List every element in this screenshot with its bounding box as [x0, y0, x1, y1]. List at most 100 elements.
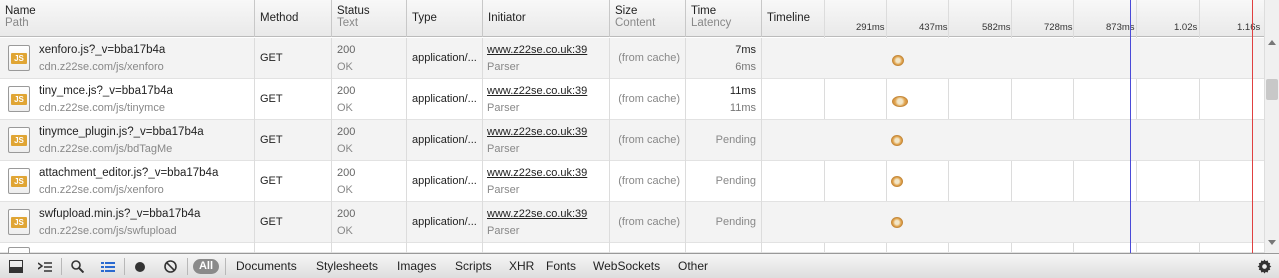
filter-images[interactable]: Images — [397, 259, 436, 273]
timeline-bar[interactable] — [891, 135, 903, 146]
filter-all[interactable]: All — [193, 259, 219, 274]
request-name: xenforo.js?_v=bba17b4a — [39, 44, 166, 56]
record-icon — [135, 261, 145, 272]
size-cell: (from cache) — [610, 202, 686, 243]
record-button[interactable] — [128, 257, 152, 276]
type-cell — [407, 243, 483, 253]
list-view-icon — [101, 261, 115, 272]
column-size-title: Size — [615, 5, 638, 17]
settings-button[interactable] — [1252, 257, 1276, 276]
column-text-subtitle: Text — [337, 17, 359, 29]
initiator-type: Parser — [487, 102, 520, 114]
status-code: 200 — [337, 126, 356, 138]
request-method: GET — [260, 134, 283, 146]
request-row-partial[interactable] — [0, 243, 1264, 253]
column-type-title: Type — [412, 12, 437, 24]
column-path-subtitle: Path — [5, 17, 29, 29]
column-name-header[interactable]: Name Path — [0, 0, 255, 37]
clear-button[interactable] — [158, 257, 182, 276]
vertical-scrollbar[interactable] — [1264, 0, 1279, 253]
request-row[interactable]: JS attachment_editor.js?_v=bba17b4a cdn.… — [0, 161, 1264, 202]
request-row[interactable]: JS tiny_mce.js?_v=bba17b4a cdn.z22se.com… — [0, 79, 1264, 120]
initiator-link[interactable]: www.z22se.co.uk:39 — [487, 167, 587, 179]
request-path: cdn.z22se.com/js/tinymce — [39, 102, 165, 114]
column-initiator-header[interactable]: Initiator — [483, 0, 610, 37]
request-size: (from cache) — [618, 134, 680, 146]
initiator-link[interactable]: www.z22se.co.uk:39 — [487, 126, 587, 138]
request-latency: 6ms — [735, 61, 756, 73]
size-cell: (from cache) — [610, 120, 686, 161]
size-cell — [610, 243, 686, 253]
scroll-thumb[interactable] — [1266, 79, 1278, 100]
request-path: cdn.z22se.com/js/bdTagMe — [39, 143, 173, 155]
timeline-bar[interactable] — [892, 55, 904, 66]
status-text: OK — [337, 184, 353, 196]
name-cell: JS attachment_editor.js?_v=bba17b4a cdn.… — [0, 161, 255, 202]
request-size: (from cache) — [618, 216, 680, 228]
filter-other[interactable]: Other — [678, 259, 708, 273]
initiator-type: Parser — [487, 143, 520, 155]
filter-stylesheets[interactable]: Stylesheets — [316, 259, 378, 273]
request-list: JS xenforo.js?_v=bba17b4a cdn.z22se.com/… — [0, 38, 1264, 253]
dock-button[interactable] — [4, 257, 28, 276]
filter-documents[interactable]: Documents — [236, 259, 297, 273]
filter-scripts[interactable]: Scripts — [455, 259, 492, 273]
scroll-down-arrow-icon[interactable] — [1268, 240, 1276, 245]
column-latency-subtitle: Latency — [691, 17, 732, 29]
column-status-header[interactable]: Status Text — [332, 0, 407, 37]
type-cell: application/... — [407, 202, 483, 243]
clear-icon — [163, 260, 177, 273]
size-cell: (from cache) — [610, 79, 686, 120]
request-path: cdn.z22se.com/js/xenforo — [39, 184, 164, 196]
toolbar-divider — [124, 258, 125, 275]
request-time: 11ms — [729, 85, 756, 97]
initiator-link[interactable]: www.z22se.co.uk:39 — [487, 208, 587, 220]
column-type-header[interactable]: Type — [407, 0, 483, 37]
method-cell: GET — [255, 79, 332, 120]
initiator-type: Parser — [487, 61, 520, 73]
column-size-header[interactable]: Size Content — [610, 0, 686, 37]
time-cell: 11ms 11ms — [686, 79, 762, 120]
request-type: application/... — [412, 216, 477, 228]
column-method-header[interactable]: Method — [255, 0, 332, 37]
dock-icon — [9, 260, 23, 273]
timeline-tick: 582ms — [982, 22, 1011, 33]
status-cell: 200 OK — [332, 202, 407, 243]
filter-xhr[interactable]: XHR — [509, 259, 534, 273]
console-drawer-button[interactable] — [33, 257, 57, 276]
filter-websockets[interactable]: WebSockets — [593, 259, 660, 273]
initiator-cell: www.z22se.co.uk:39 Parser — [483, 38, 610, 79]
type-cell: application/... — [407, 161, 483, 202]
name-cell — [0, 243, 255, 253]
request-row[interactable]: JS swfupload.min.js?_v=bba17b4a cdn.z22s… — [0, 202, 1264, 243]
request-method: GET — [260, 216, 283, 228]
filter-fonts[interactable]: Fonts — [546, 259, 576, 273]
timeline-tick: 1.02s — [1174, 22, 1198, 33]
timeline-bar[interactable] — [891, 217, 903, 228]
method-cell — [255, 243, 332, 253]
request-row[interactable]: JS xenforo.js?_v=bba17b4a cdn.z22se.com/… — [0, 38, 1264, 79]
js-file-icon: JS — [8, 209, 30, 235]
large-rows-toggle[interactable] — [96, 257, 120, 276]
size-cell: (from cache) — [610, 161, 686, 202]
request-time: Pending — [715, 134, 756, 146]
request-row[interactable]: JS tinymce_plugin.js?_v=bba17b4a cdn.z22… — [0, 120, 1264, 161]
initiator-link[interactable]: www.z22se.co.uk:39 — [487, 44, 587, 56]
request-path: cdn.z22se.com/js/xenforo — [39, 61, 164, 73]
initiator-link[interactable]: www.z22se.co.uk:39 — [487, 85, 587, 97]
column-initiator-title: Initiator — [488, 12, 526, 24]
type-cell: application/... — [407, 79, 483, 120]
column-time-header[interactable]: Time Latency — [686, 0, 762, 37]
time-cell — [686, 243, 762, 253]
timeline-bar[interactable] — [892, 96, 908, 107]
initiator-type: Parser — [487, 184, 520, 196]
initiator-cell: www.z22se.co.uk:39 Parser — [483, 202, 610, 243]
timeline-tick: 437ms — [919, 22, 948, 33]
name-cell: JS tiny_mce.js?_v=bba17b4a cdn.z22se.com… — [0, 79, 255, 120]
scroll-up-arrow-icon[interactable] — [1268, 40, 1276, 45]
column-time-title: Time — [691, 5, 717, 17]
request-time: 7ms — [735, 44, 756, 56]
search-button[interactable] — [65, 257, 89, 276]
request-method: GET — [260, 52, 283, 64]
timeline-bar[interactable] — [891, 176, 903, 187]
